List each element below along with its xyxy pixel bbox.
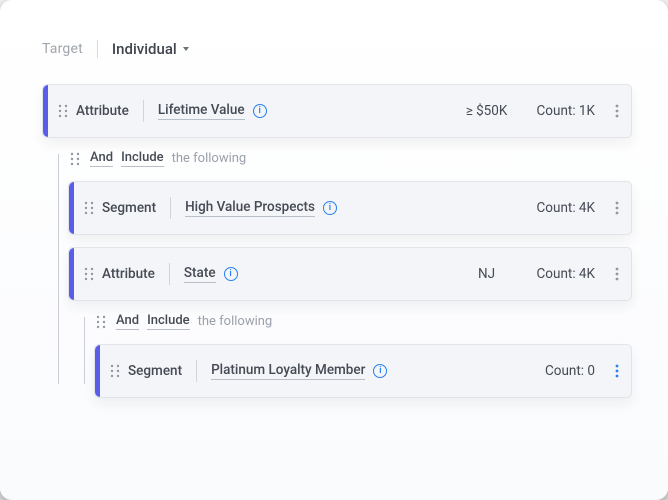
criteria-count: Count: 0 [545,363,595,379]
criteria-row: Attribute State i NJ Count: 4K [68,247,632,301]
row-accent [43,85,48,137]
criteria-value-picker[interactable]: High Value Prospects i [185,199,337,217]
criteria-value-picker[interactable]: State i [184,265,238,283]
criteria-count: Count: 4K [537,266,595,282]
row-more-button[interactable] [603,104,631,118]
divider [169,263,170,285]
segment-builder-card: Target Individual Attribute Lifetime Val… [0,0,668,500]
drag-handle-icon[interactable] [84,201,94,215]
info-icon[interactable]: i [323,201,337,215]
drag-handle-icon[interactable] [70,152,80,166]
criteria-count: Count: 1K [537,103,595,119]
criteria-value: Lifetime Value [158,102,245,120]
criteria-value-picker[interactable]: Platinum Loyalty Member i [211,362,387,380]
criteria-group: And Include the following Segment Platin… [90,313,632,398]
target-type-dropdown[interactable]: Individual [112,40,189,58]
group-operator[interactable]: And [116,313,139,330]
criteria-value: Platinum Loyalty Member [211,362,365,380]
row-more-button[interactable] [603,201,631,215]
drag-handle-icon[interactable] [110,364,120,378]
drag-handle-icon[interactable] [96,315,106,329]
info-icon[interactable]: i [224,267,238,281]
group-mode[interactable]: Include [147,313,190,330]
group-rest-label: the following [172,151,247,166]
group-operator[interactable]: And [90,150,113,167]
criteria-kind: Segment [102,200,156,216]
criteria-group: And Include the following Segment High V… [64,150,632,398]
row-accent [69,182,74,234]
criteria-value: High Value Prospects [185,199,315,217]
drag-handle-icon[interactable] [84,267,94,281]
row-accent [95,345,100,397]
target-type-text: Individual [112,40,177,58]
row-accent [69,248,74,300]
divider [143,100,144,122]
criteria-row: Segment Platinum Loyalty Member i Count:… [94,344,632,398]
info-icon[interactable]: i [373,364,387,378]
group-rest-label: the following [198,314,273,329]
header-bar: Target Individual [42,40,632,58]
group-header: And Include the following [96,313,632,330]
criteria-kind: Attribute [102,266,155,282]
criteria-kind: Segment [128,363,182,379]
divider [196,360,197,382]
divider [97,40,98,58]
row-more-button[interactable] [603,267,631,281]
criteria-row: Attribute Lifetime Value i ≥ $50K Count:… [42,84,632,138]
target-label: Target [42,41,83,57]
group-header: And Include the following [70,150,632,167]
info-icon[interactable]: i [253,104,267,118]
drag-handle-icon[interactable] [58,104,68,118]
criteria-kind: Attribute [76,103,129,119]
criteria-operator[interactable]: NJ [457,266,517,282]
criteria-value-picker[interactable]: Lifetime Value i [158,102,267,120]
criteria-operator[interactable]: ≥ $50K [457,103,517,119]
divider [170,197,171,219]
group-mode[interactable]: Include [121,150,164,167]
criteria-value: State [184,265,216,283]
criteria-count: Count: 4K [537,200,595,216]
chevron-down-icon [183,47,189,51]
criteria-row: Segment High Value Prospects i Count: 4K [68,181,632,235]
row-more-button[interactable] [603,364,631,378]
